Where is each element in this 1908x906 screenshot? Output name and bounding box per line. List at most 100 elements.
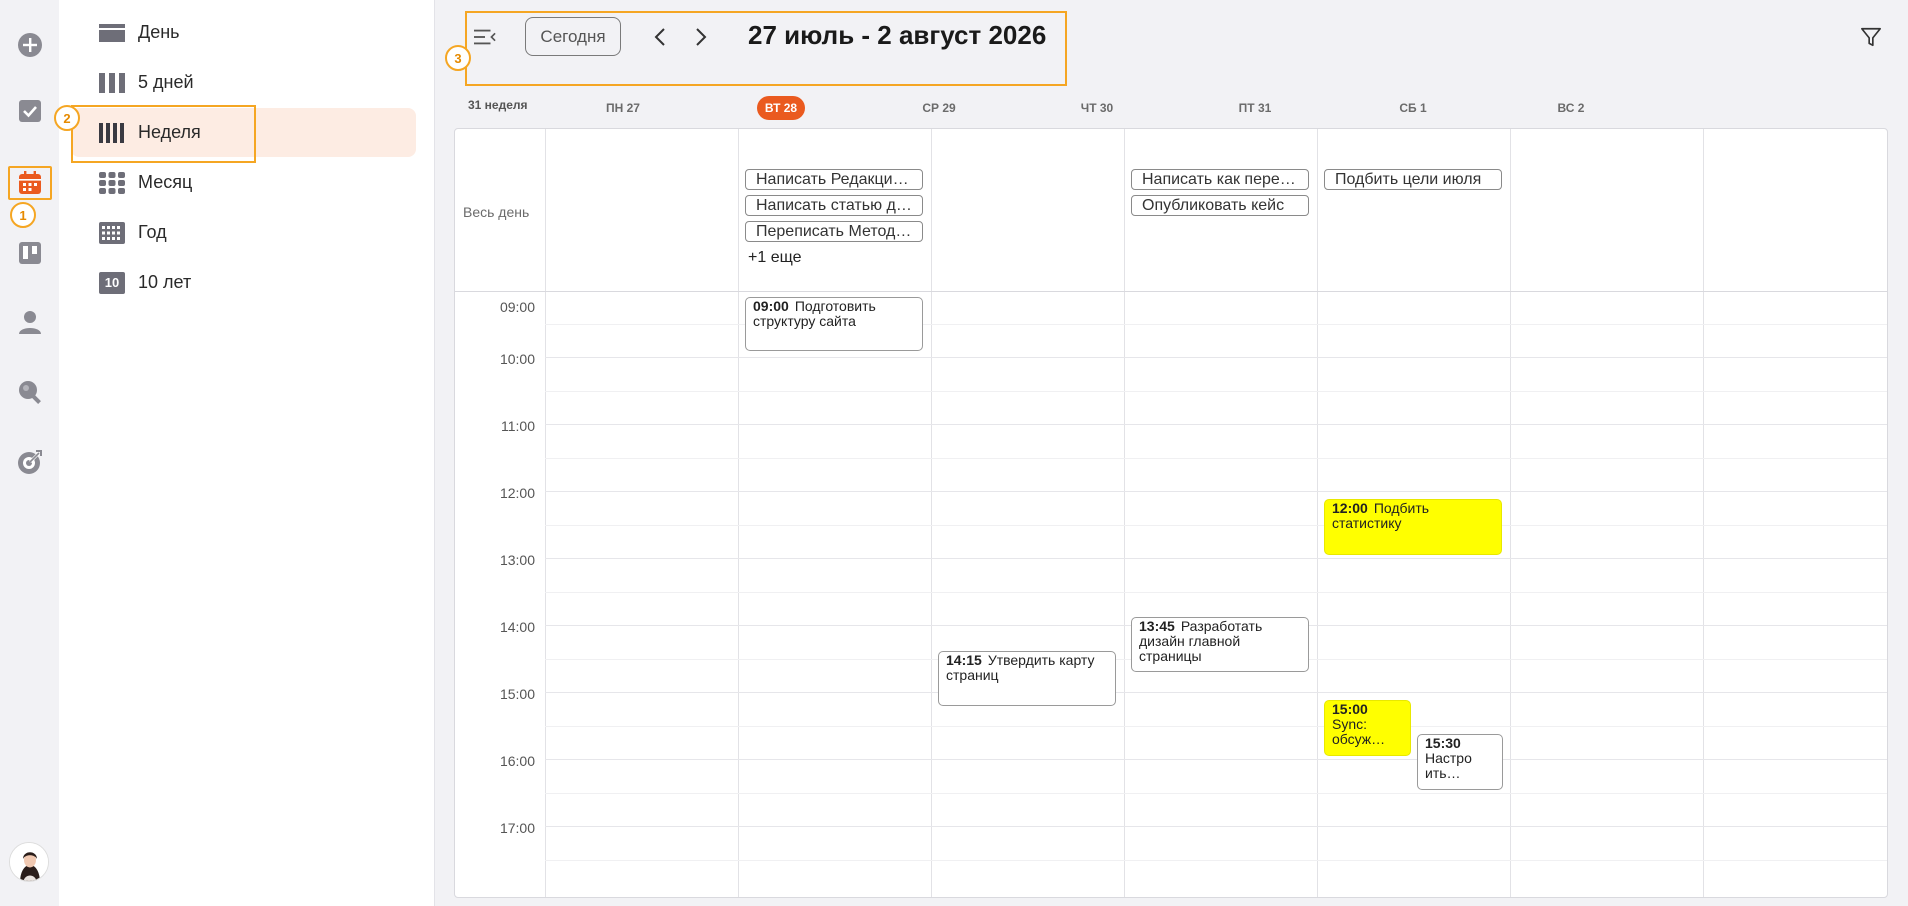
day-header-sat[interactable]: СБ 1 [1334,96,1492,120]
tasks-icon[interactable] [14,95,45,126]
event-card[interactable]: 15:30 Настро ить… [1417,734,1503,790]
add-icon[interactable] [14,29,45,60]
day-header-tue-today[interactable]: ВТ 28 [702,96,860,120]
view-five-days-label: 5 дней [138,72,194,92]
allday-event[interactable]: Опубликовать кейс [1131,195,1309,216]
grid-hline [545,558,1887,559]
year-view-icon [99,221,125,244]
grid-hline [545,391,1887,392]
calendar-highlight-box [8,166,52,200]
step-marker-3: 3 [445,45,471,71]
grid-vline [738,129,739,897]
event-time: 14:15 [946,652,982,668]
grid-hline [545,458,1887,459]
time-label: 15:00 [499,686,535,702]
view-ten-years-label: 10 лет [138,272,192,292]
time-label: 11:00 [501,418,535,434]
grid-vline [1124,129,1125,897]
view-ten-years[interactable]: 10 10 лет [71,258,416,307]
view-month-label: Месяц [138,172,193,192]
next-week-icon[interactable] [689,24,713,50]
grid-hline [545,793,1887,794]
event-time: 15:30 [1425,735,1461,751]
grid-vline [1703,129,1704,897]
time-label: 13:00 [499,552,535,568]
prev-week-icon[interactable] [648,24,672,50]
allday-event[interactable]: Написать статью для [745,195,923,216]
view-day-label: День [138,22,180,42]
time-label: 12:00 [499,485,535,501]
view-year-label: Год [138,222,167,242]
week-view-icon [99,122,125,144]
more-events-link[interactable]: +1 еще [748,249,801,267]
allday-event[interactable]: Переписать Методичку [745,221,923,242]
grid-hline [545,592,1887,593]
grid-hline [545,759,1887,760]
calendar-main: Сегодня 27 июль - 2 август 2026 31 недел… [435,0,1908,906]
event-card[interactable]: 14:15 Утвердить карту страниц [938,651,1116,706]
day-header-sun[interactable]: ВС 2 [1492,96,1650,120]
week-grid[interactable]: Весь день 09:00 10:00 11:00 12:00 13:00 … [454,128,1888,898]
event-card[interactable]: 15:00 Sync: обсуж… [1324,700,1411,756]
grid-hline [545,692,1887,693]
time-label: 14:00 [499,619,535,635]
step-marker-2: 2 [54,105,80,131]
event-time: 12:00 [1332,500,1368,516]
view-day[interactable]: День [71,8,416,57]
icon-rail: 1 [0,0,59,906]
ten-years-view-icon: 10 [99,271,125,294]
time-label: 17:00 [499,820,535,836]
time-label: 10:00 [499,351,535,367]
event-title: Настро ить… [1425,750,1472,781]
event-time: 09:00 [753,298,789,314]
filter-icon[interactable] [1858,24,1884,50]
event-time: 15:00 [1332,701,1368,717]
allday-event[interactable]: Подбить цели июля [1324,169,1502,190]
step-marker-1: 1 [10,202,36,228]
view-month[interactable]: Месяц [71,158,416,207]
time-label: 09:00 [499,299,535,315]
event-title: Sync: обсуж… [1332,716,1386,747]
view-five-days[interactable]: 5 дней [71,58,416,107]
search-icon[interactable] [14,376,45,407]
event-card[interactable]: 13:45 Разработать дизайн главной страницы [1131,617,1309,672]
five-days-view-icon [99,72,125,94]
event-card[interactable]: 12:00 Подбить статистику [1324,499,1502,555]
grid-vline [1317,129,1318,897]
day-header-thu[interactable]: ЧТ 30 [1018,96,1176,120]
month-view-icon [99,171,125,194]
day-headers: ПН 27 ВТ 28 СР 29 ЧТ 30 ПТ 31 СБ 1 ВС 2 [435,96,1908,124]
allday-event[interactable]: Написать Редакционную [745,169,923,190]
grid-hline [545,860,1887,861]
time-label: 16:00 [499,753,535,769]
grid-hline [545,357,1887,358]
grid-hline [545,491,1887,492]
day-header-fri[interactable]: ПТ 31 [1176,96,1334,120]
event-card[interactable]: 09:00 Подготовить структуру сайта [745,297,923,351]
view-year[interactable]: Год [71,208,416,257]
collapse-menu-icon[interactable] [472,24,498,50]
today-button[interactable]: Сегодня [525,17,621,56]
ten-years-icon-text: 10 [104,275,120,290]
day-header-mon[interactable]: ПН 27 [544,96,702,120]
goals-icon[interactable] [14,446,45,477]
view-week-label: Неделя [138,122,201,142]
event-time: 13:45 [1139,618,1175,634]
allday-label: Весь день [463,204,530,220]
grid-vline [1510,129,1511,897]
avatar[interactable] [9,842,49,882]
grid-hline [545,525,1887,526]
day-header-wed[interactable]: СР 29 [860,96,1018,120]
allday-event[interactable]: Написать как перенести [1131,169,1309,190]
allday-separator [455,291,1887,292]
grid-vline [931,129,932,897]
user-icon[interactable] [14,306,45,337]
date-range-title: 27 июль - 2 август 2026 [748,20,1047,50]
board-icon[interactable] [14,237,45,268]
day-view-icon [99,22,125,44]
grid-hline [545,726,1887,727]
views-panel: День 5 дней Неделя Месяц Год 10 10 лет [59,0,435,906]
grid-hline [545,826,1887,827]
view-week[interactable]: Неделя [71,108,416,157]
grid-vline [545,129,546,897]
